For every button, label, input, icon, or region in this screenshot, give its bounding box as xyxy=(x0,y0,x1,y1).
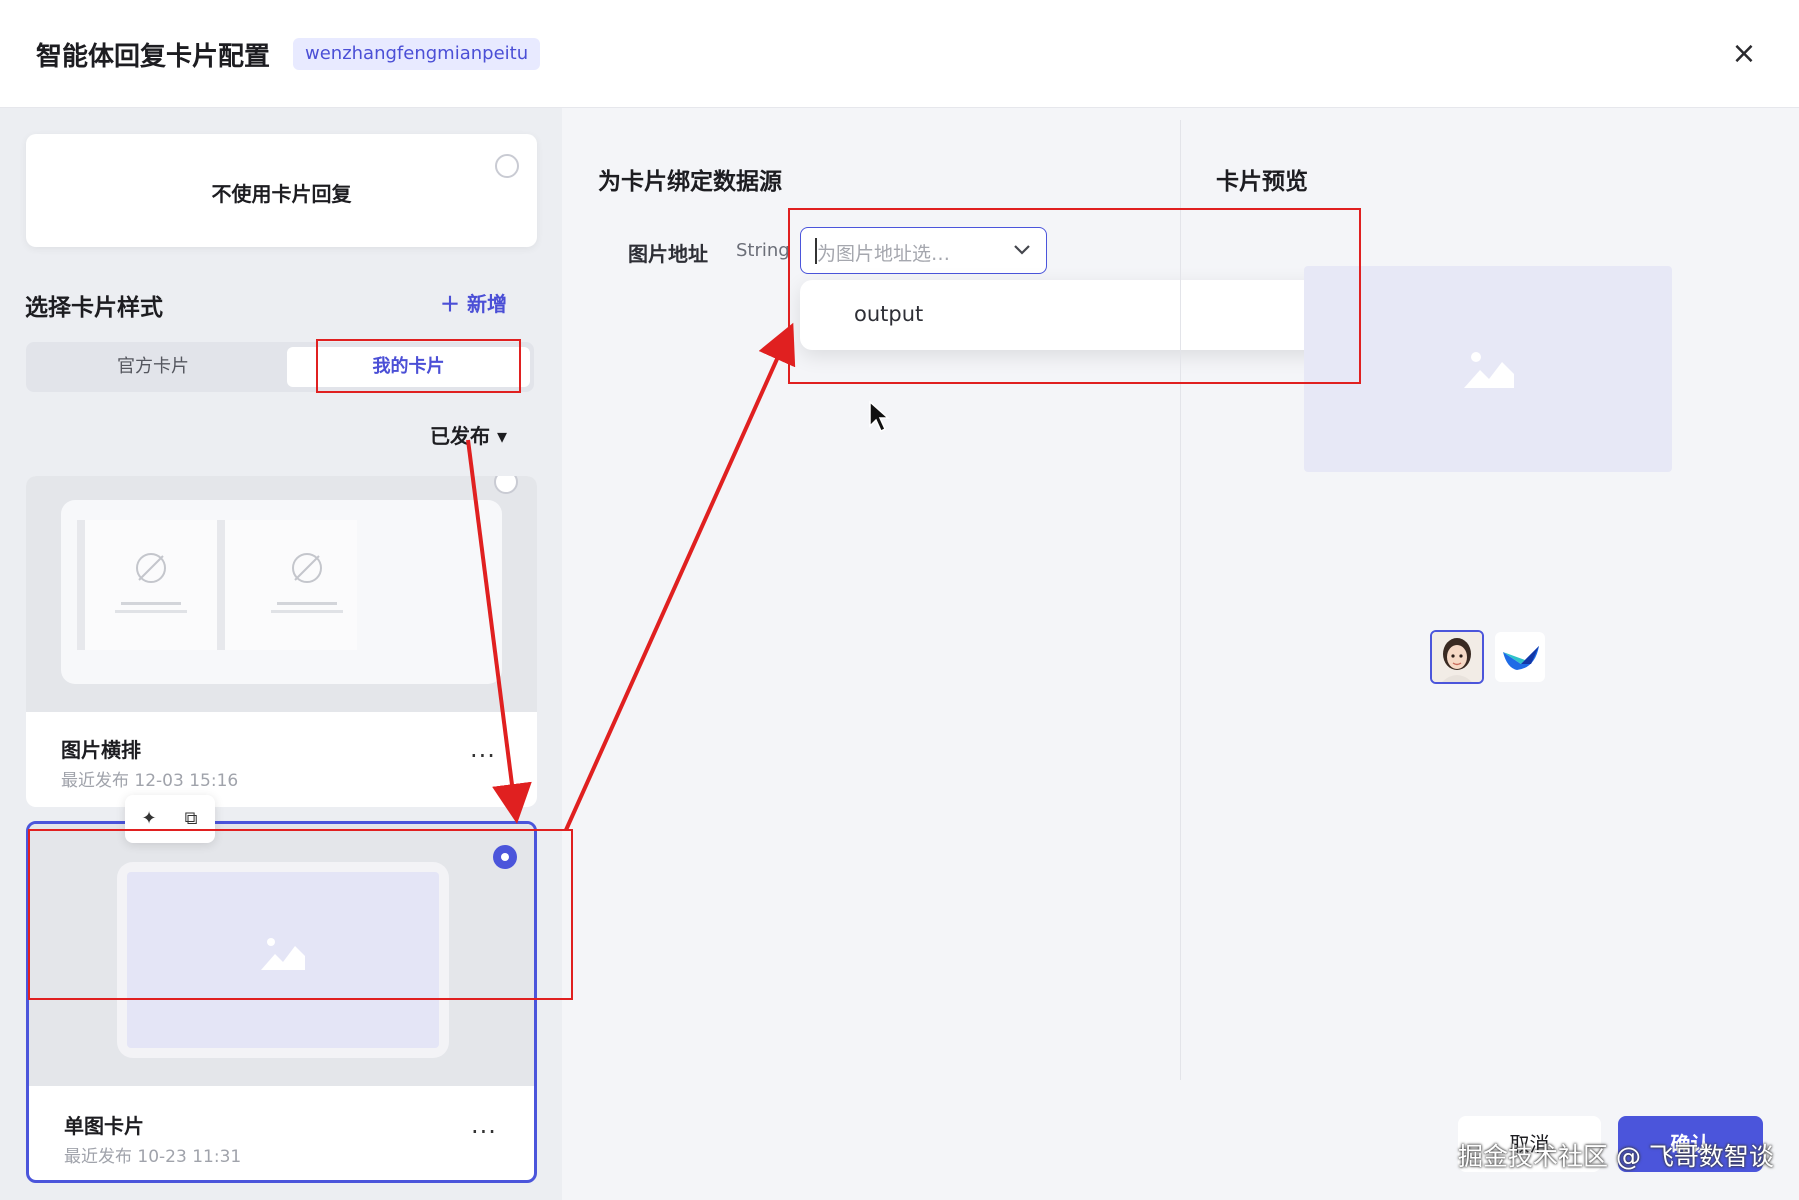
annotation-arrows xyxy=(466,322,796,831)
annotation-arrow xyxy=(466,439,532,824)
annotation-arrow xyxy=(564,322,796,831)
mouse-cursor-icon xyxy=(869,400,890,433)
